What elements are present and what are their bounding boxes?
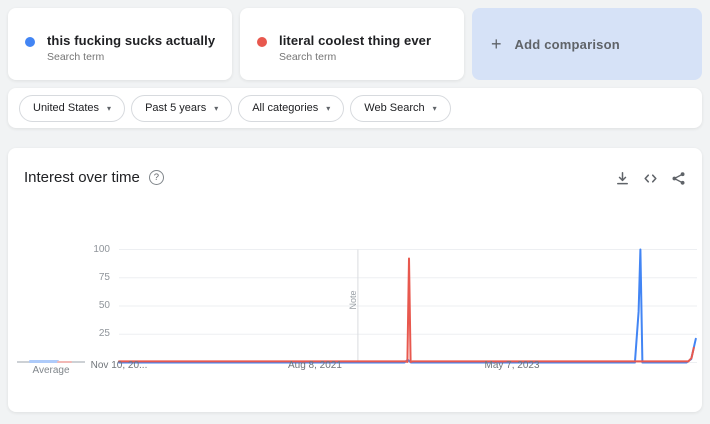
filter-category-dropdown[interactable]: All categories ▾ bbox=[238, 94, 345, 122]
term2-label: literal coolest thing ever bbox=[279, 33, 432, 48]
y-tick-label: 75 bbox=[98, 271, 110, 283]
y-tick-label: 50 bbox=[98, 300, 110, 311]
filter-time-dropdown[interactable]: Past 5 years ▾ bbox=[131, 94, 233, 122]
filter-time-label: Past 5 years bbox=[145, 102, 207, 114]
filter-searchtype-dropdown[interactable]: Web Search ▾ bbox=[350, 94, 451, 122]
term1-label: this fucking sucks actually bbox=[47, 33, 216, 48]
x-axis-labels: Nov 10, 20... Aug 8, 2021 May 7, 2023 bbox=[91, 360, 697, 374]
term2-color-dot bbox=[257, 37, 267, 47]
y-tick-label: 100 bbox=[93, 243, 110, 255]
chart-title: Interest over time bbox=[24, 169, 140, 186]
filter-bar: United States ▾ Past 5 years ▾ All categ… bbox=[8, 88, 702, 128]
note-marker-label[interactable]: Note bbox=[348, 285, 360, 315]
chevron-down-icon: ▾ bbox=[214, 103, 219, 113]
filter-region-dropdown[interactable]: United States ▾ bbox=[19, 94, 126, 122]
term-card-2[interactable]: literal coolest thing ever Search term bbox=[240, 8, 464, 80]
x-tick-label: Aug 8, 2021 bbox=[287, 360, 342, 371]
term-card-1[interactable]: this fucking sucks actually Search term bbox=[8, 8, 232, 80]
filter-region-label: United States bbox=[33, 102, 100, 114]
plus-icon: + bbox=[491, 33, 502, 54]
add-comparison-button[interactable]: + Add comparison bbox=[472, 8, 702, 80]
term2-sublabel: Search term bbox=[279, 51, 337, 63]
filter-category-label: All categories bbox=[252, 102, 319, 114]
trend-line-chart[interactable] bbox=[118, 248, 697, 364]
y-tick-label: 25 bbox=[98, 328, 110, 340]
y-axis-labels: 100 75 50 25 bbox=[78, 244, 110, 363]
average-marker-term2 bbox=[57, 360, 72, 363]
share-icon[interactable] bbox=[671, 171, 686, 186]
chevron-down-icon: ▾ bbox=[107, 103, 112, 113]
chevron-down-icon: ▾ bbox=[326, 103, 331, 113]
average-label: Average bbox=[32, 365, 70, 376]
filter-searchtype-label: Web Search bbox=[364, 102, 425, 114]
add-comparison-label: Add comparison bbox=[514, 36, 620, 52]
term1-color-dot bbox=[25, 37, 35, 47]
interest-over-time-card: Interest over time ? 100 75 50 25 Note Nov … bbox=[8, 148, 702, 412]
chevron-down-icon: ▾ bbox=[432, 103, 437, 113]
x-tick-label: Nov 10, 20... bbox=[90, 360, 148, 371]
x-tick-label: May 7, 2023 bbox=[484, 360, 540, 371]
embed-icon[interactable] bbox=[643, 171, 658, 186]
term1-sublabel: Search term bbox=[47, 51, 105, 63]
average-marker-term1 bbox=[29, 360, 59, 363]
download-icon[interactable] bbox=[615, 171, 630, 186]
help-icon[interactable]: ? bbox=[148, 170, 164, 185]
